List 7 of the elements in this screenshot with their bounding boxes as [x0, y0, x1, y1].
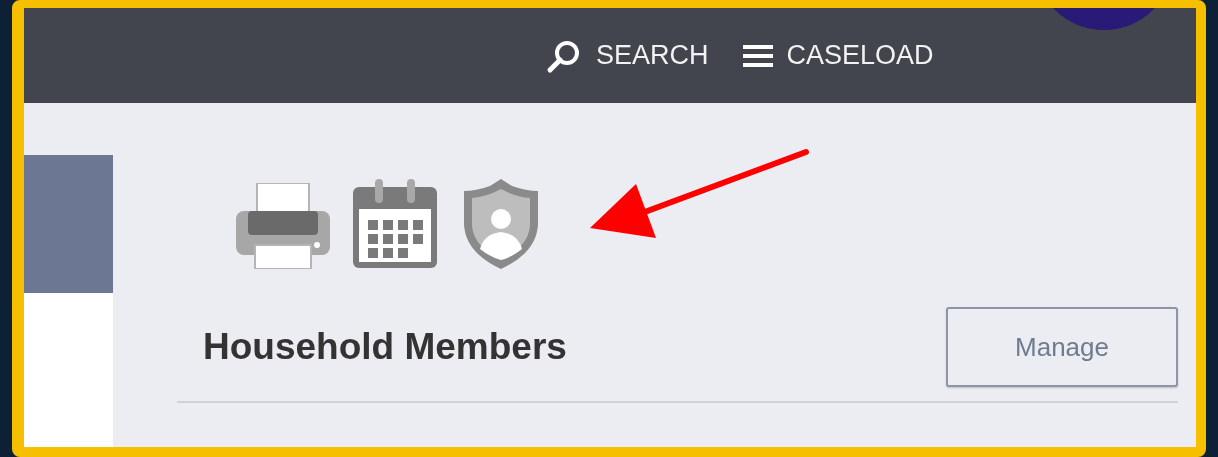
manage-button[interactable]: Manage [946, 307, 1178, 387]
calendar-icon[interactable] [352, 179, 438, 269]
menu-icon [742, 42, 773, 69]
search-link[interactable]: SEARCH [546, 37, 709, 74]
menu-link[interactable]: CASELOAD [742, 40, 934, 71]
printer-icon[interactable] [236, 183, 330, 269]
section-title: Household Members [203, 326, 567, 368]
